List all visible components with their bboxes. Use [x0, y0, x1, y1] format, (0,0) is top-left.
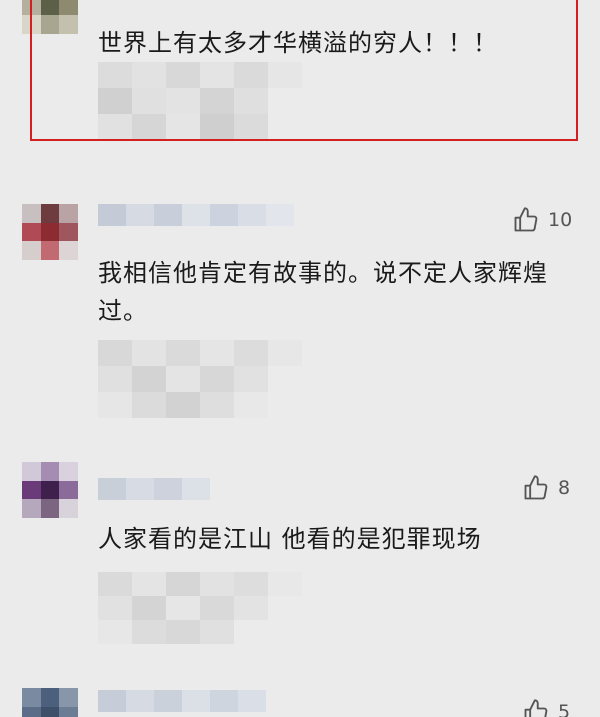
- highlight-frame: [30, 0, 578, 141]
- blurred-content: [98, 572, 302, 644]
- thumbs-up-icon: [524, 699, 548, 717]
- thumbs-up-icon: [524, 475, 548, 500]
- comment-text: 我相信他肯定有故事的。说不定人家辉煌过。: [98, 259, 548, 325]
- like-button[interactable]: 8: [522, 474, 570, 502]
- comment-item: 世界上有太多才华横溢的穷人！！！: [0, 0, 600, 145]
- like-button[interactable]: 10: [512, 206, 572, 234]
- comment-text: 人家看的是江山 他看的是犯罪现场: [98, 525, 482, 553]
- blurred-content: [98, 340, 302, 418]
- username-blurred[interactable]: [98, 204, 294, 226]
- username-blurred[interactable]: [98, 478, 210, 500]
- thumbs-up-icon: [514, 207, 538, 232]
- avatar[interactable]: [22, 688, 78, 717]
- avatar[interactable]: [22, 204, 78, 260]
- like-count: 10: [548, 209, 573, 231]
- like-count: 8: [558, 477, 571, 499]
- comment-item: 5: [0, 684, 600, 717]
- avatar[interactable]: [22, 462, 78, 518]
- like-count: 5: [558, 701, 571, 717]
- like-button[interactable]: 5: [522, 698, 570, 717]
- comment-item: 8 人家看的是江山 他看的是犯罪现场: [0, 460, 600, 680]
- username-blurred[interactable]: [98, 690, 266, 712]
- comment-item: 10 我相信他肯定有故事的。说不定人家辉煌过。: [0, 200, 600, 450]
